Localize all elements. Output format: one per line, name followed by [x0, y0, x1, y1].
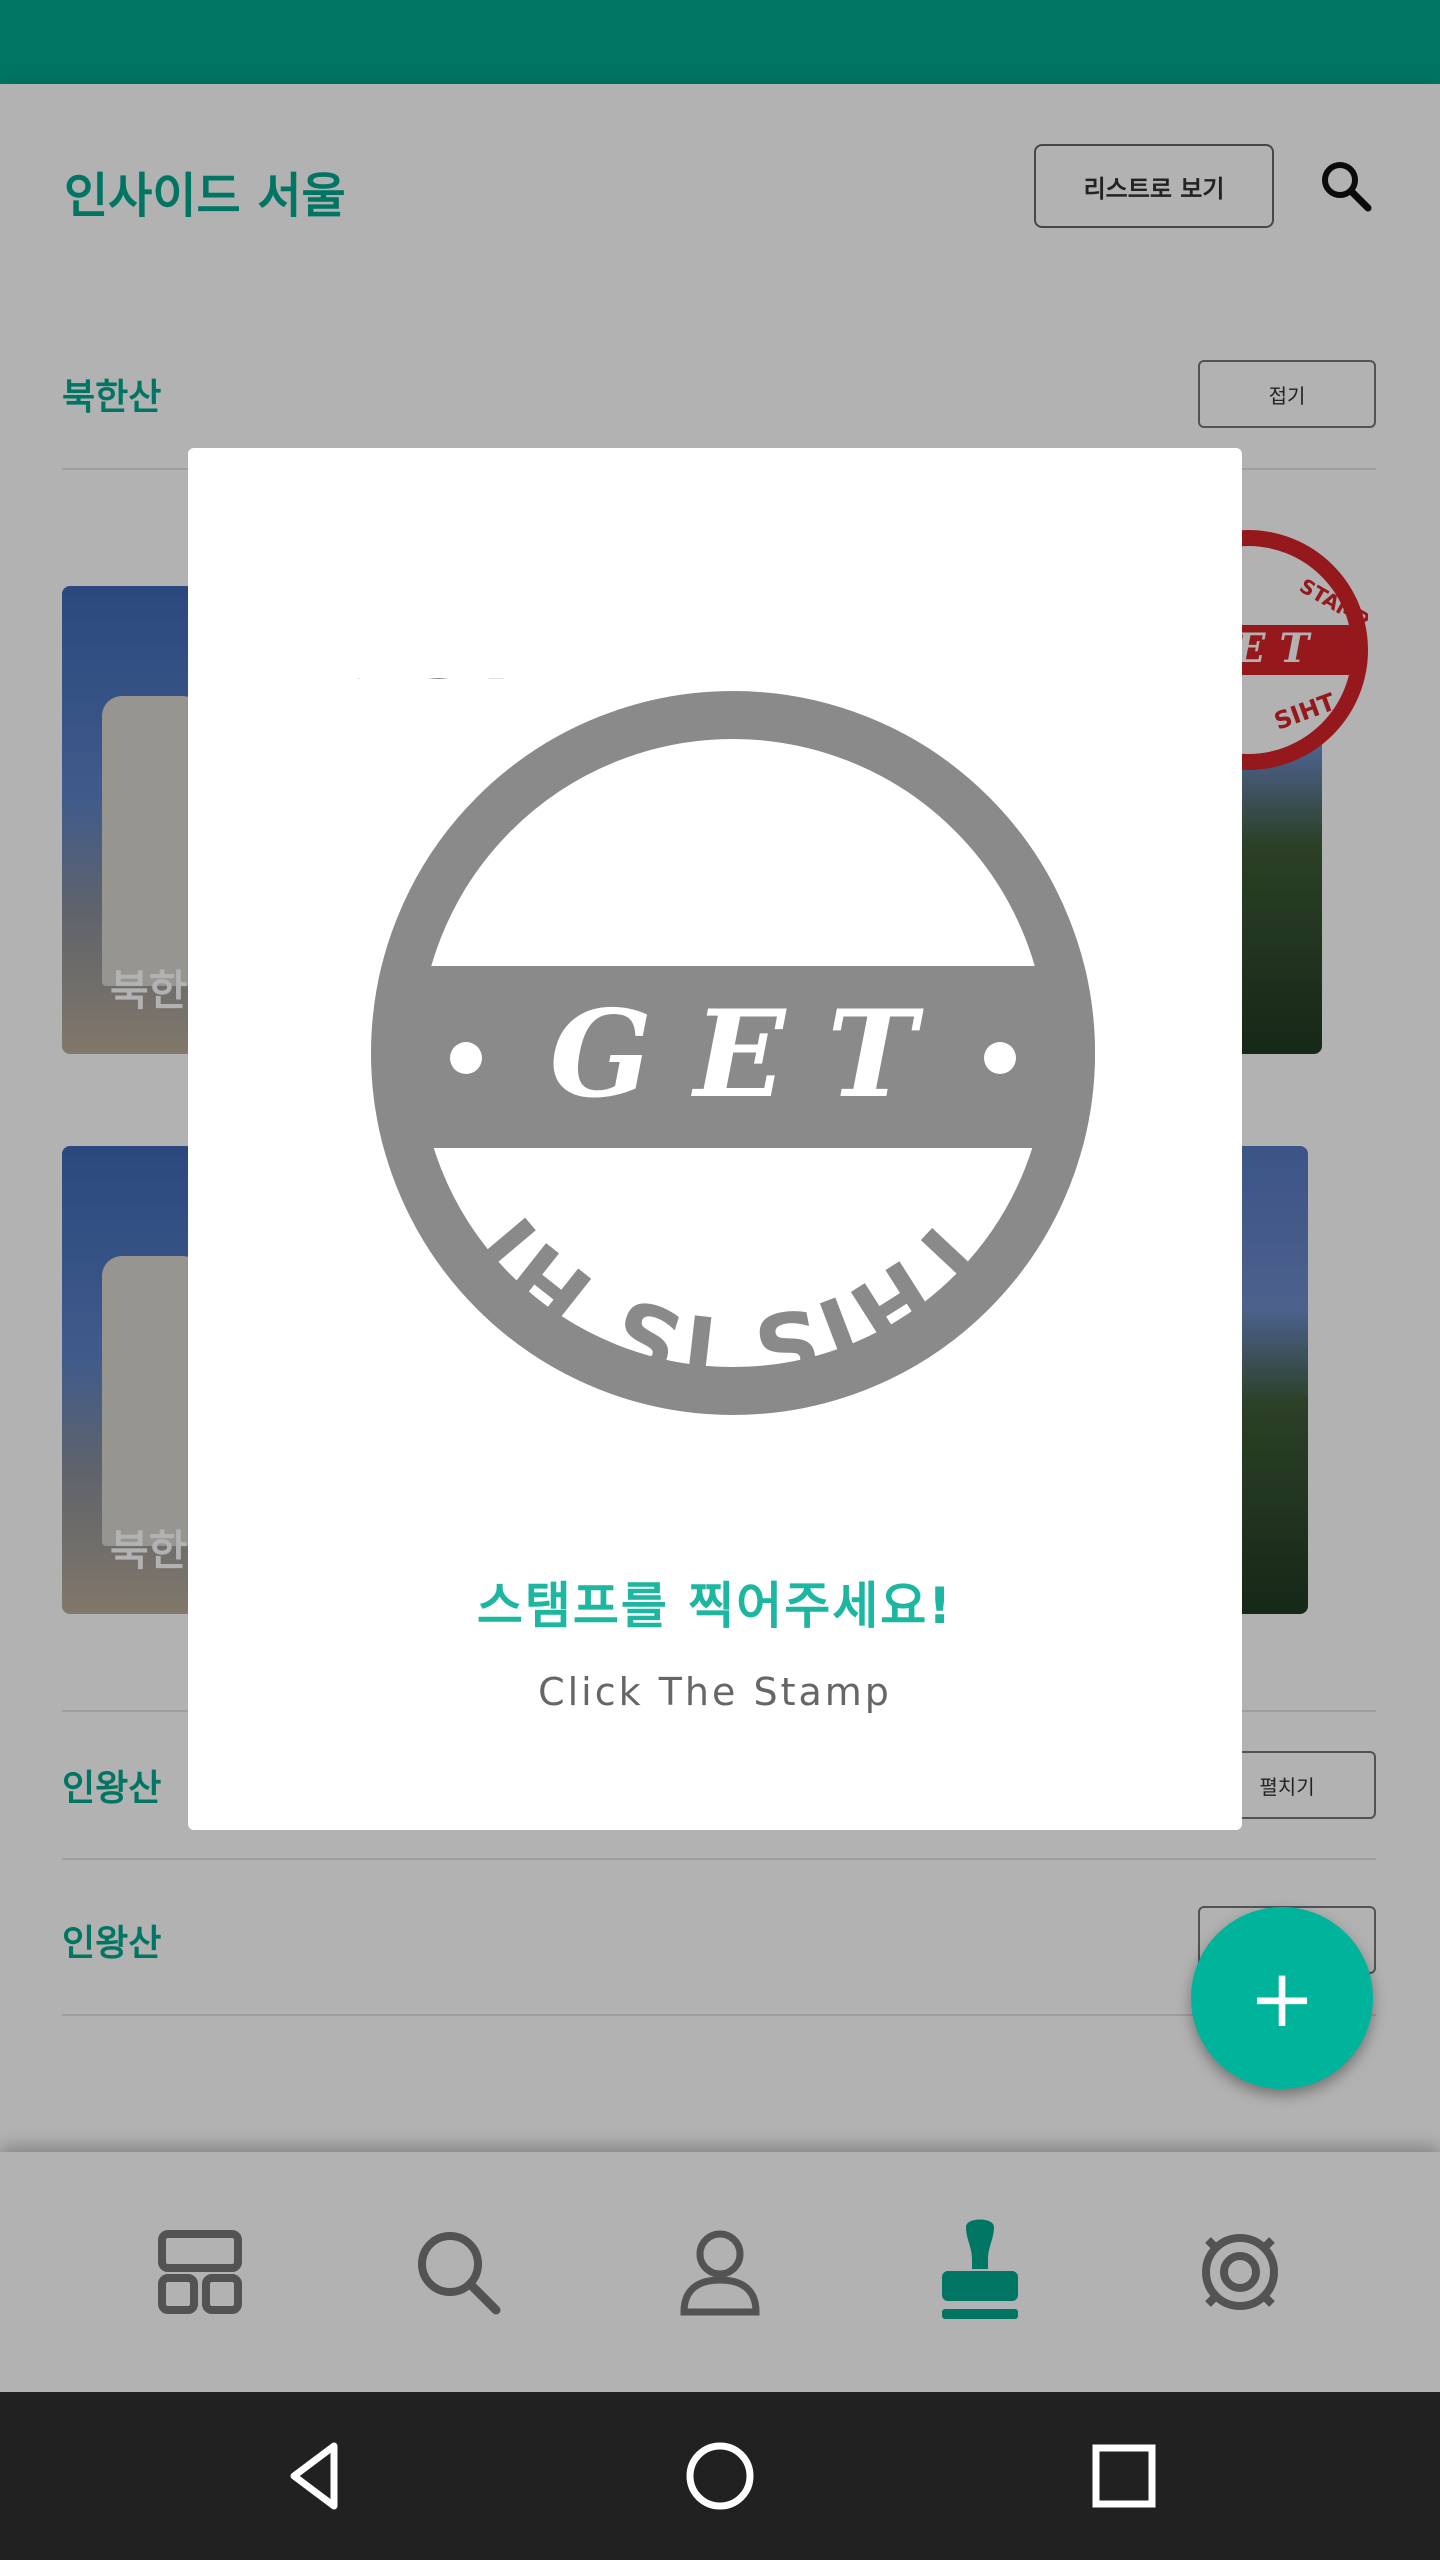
stamp-dialog: SEOUL'S STAMP G E T THIS IS HI 스탬프를 찍어주세…	[0, 448, 1242, 1830]
back-icon[interactable]	[266, 2426, 366, 2526]
home-icon[interactable]	[670, 2426, 770, 2526]
stamp-center-text: G E T	[550, 984, 925, 1125]
stamp-button[interactable]: SEOUL'S STAMP G E T THIS IS HI	[0, 603, 1108, 1428]
add-fab-button[interactable]: +	[1191, 1907, 1373, 2089]
stamp-graphic: SEOUL'S STAMP G E T THIS IS HI	[0, 603, 1095, 1415]
stamp-top-text: SEOUL'S STAMP	[358, 678, 723, 698]
dialog-title: 스탬프를 찍어주세요!	[476, 1577, 954, 1635]
system-nav-bar	[0, 2392, 1440, 2560]
recents-icon[interactable]	[1074, 2426, 1174, 2526]
dialog-subtitle: Click The Stamp	[538, 1670, 892, 1714]
